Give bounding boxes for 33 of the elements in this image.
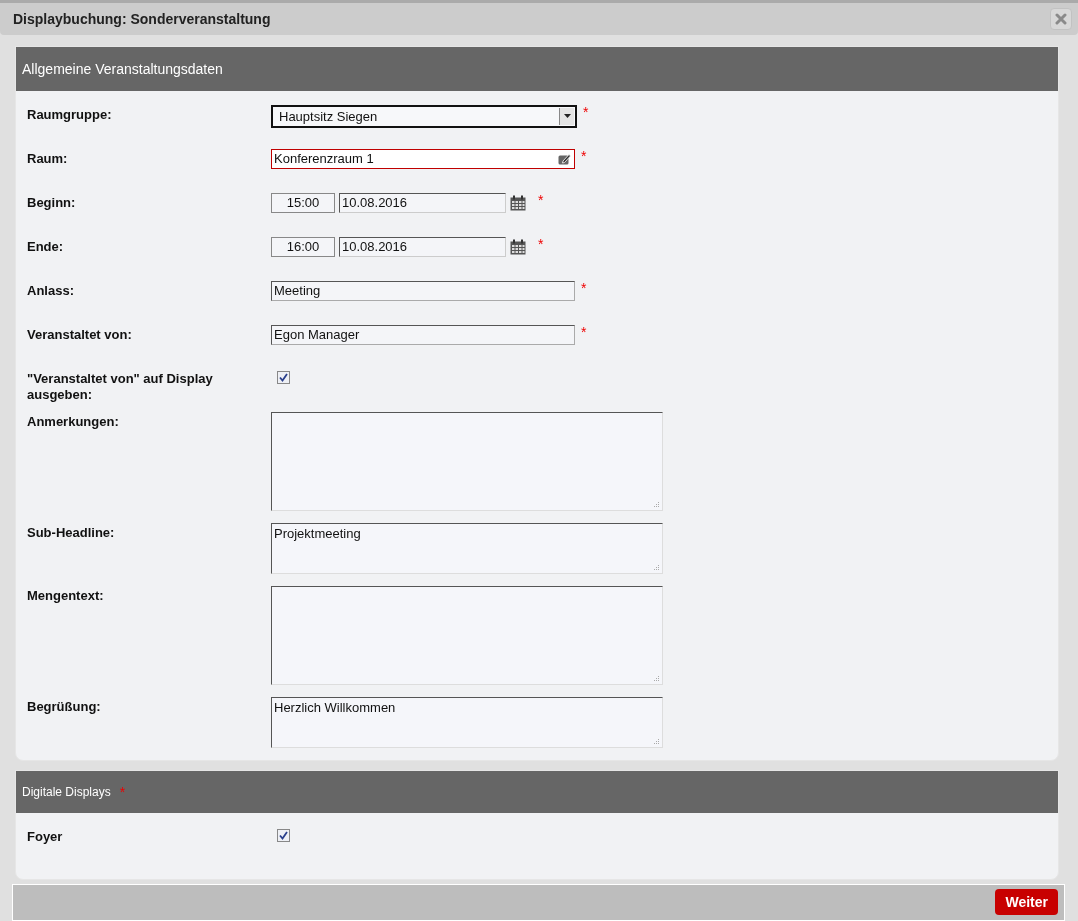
- field-label: Raumgruppe:: [27, 105, 113, 124]
- required-mark: *: [119, 784, 126, 799]
- field-label: Veranstaltet von:: [27, 325, 133, 344]
- field-label: Foyer: [27, 827, 64, 846]
- field-label: Raum:: [27, 149, 69, 168]
- field-label: "Veranstaltet von" auf Display ausgeben:: [27, 369, 214, 403]
- field-label: Anlass:: [27, 281, 75, 300]
- section-title: Digitale Displays: [22, 784, 111, 799]
- field-label: Ende:: [27, 237, 65, 256]
- field-label: Mengentext:: [27, 586, 105, 605]
- field-label: Begrüßung:: [27, 697, 102, 716]
- required-mark: *: [581, 148, 587, 163]
- date-field[interactable]: 10.08.2016: [339, 192, 506, 213]
- required-mark: *: [581, 280, 587, 295]
- required-mark: *: [581, 324, 587, 339]
- next-button[interactable]: Weiter: [995, 889, 1058, 916]
- required-mark: *: [583, 104, 589, 119]
- field-label: Sub-Headline:: [27, 523, 116, 542]
- text-area[interactable]: Projektmeeting: [271, 522, 663, 574]
- required-mark: *: [538, 192, 544, 207]
- time-field[interactable]: 16:00: [271, 236, 335, 257]
- text-field[interactable]: Egon Manager: [271, 324, 575, 345]
- field-label: Anmerkungen:: [27, 412, 120, 431]
- date-field[interactable]: 10.08.2016: [339, 236, 506, 257]
- section-title: Allgemeine Veranstaltungsdaten: [22, 60, 223, 77]
- time-field[interactable]: 15:00: [271, 192, 335, 213]
- dialog-title: Displaybuchung: Sonderveranstaltung: [13, 10, 271, 27]
- room-field[interactable]: Konferenzraum 1: [271, 148, 575, 169]
- text-area[interactable]: Herzlich Willkommen: [271, 696, 663, 748]
- text-field[interactable]: Meeting: [271, 280, 575, 301]
- dropdown-field[interactable]: Hauptsitz Siegen: [271, 104, 577, 128]
- required-mark: *: [538, 236, 544, 251]
- field-label: Beginn:: [27, 193, 77, 212]
